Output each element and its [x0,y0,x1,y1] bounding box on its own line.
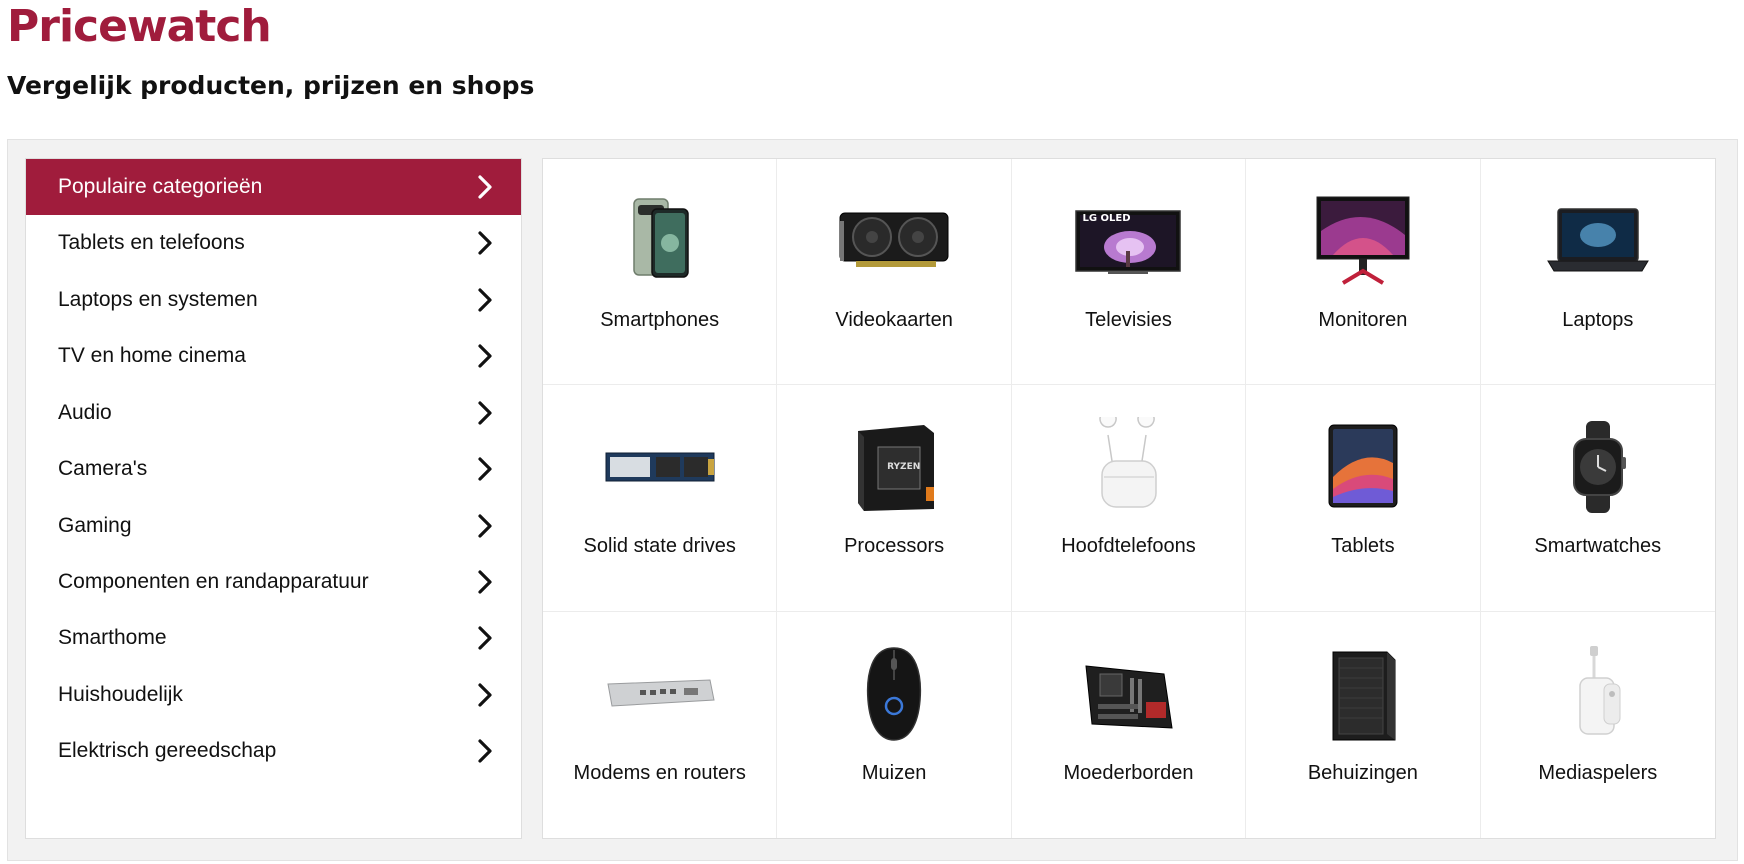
chevron-right-icon [473,399,497,427]
category-label: Muizen [861,761,927,784]
category-label: Hoofdtelefoons [1061,535,1196,558]
sidebar-item-audio[interactable]: Audio [26,385,521,441]
category-label: Monitoren [1318,309,1408,331]
monitor-icon [1303,191,1423,291]
category-tile-behuizingen[interactable]: Behuizingen [1246,611,1481,838]
category-grid: Smartphones Videokaarten LG OLED Televis… [542,158,1716,839]
television-icon: LG OLED [1068,191,1188,291]
sidebar-item-cameras[interactable]: Camera's [26,441,521,497]
chevron-right-icon [473,342,497,370]
category-tile-televisies[interactable]: LG OLED Televisies [1011,159,1247,386]
category-tile-monitoren[interactable]: Monitoren [1246,159,1481,386]
category-label: Laptops [1562,309,1634,331]
chevron-right-icon [473,737,497,765]
category-tile-laptops[interactable]: Laptops [1480,159,1715,386]
sidebar-item-label: Componenten en randapparatuur [58,570,369,593]
processor-brand-text: RYZEN [887,462,921,473]
chevron-right-icon [473,229,497,257]
category-tile-moederborden[interactable]: Moederborden [1012,611,1247,838]
sidebar-item-label: Camera's [58,457,148,480]
page-title: Pricewatch [7,1,272,52]
category-label: Smartwatches [1534,535,1662,558]
category-sidebar: Populaire categorieën Tablets en telefoo… [25,158,522,839]
sidebar-item-label: Populaire categorieën [58,175,263,198]
sidebar-item-label: Elektrisch gereedschap [58,739,277,762]
category-label: Behuizingen [1307,761,1418,784]
page-subtitle: Vergelijk producten, prijzen en shops [7,71,535,100]
category-tile-hoofdtelefoons[interactable]: Hoofdtelefoons [1011,385,1247,612]
sidebar-item-label: Gaming [58,514,132,537]
sidebar-item-label: TV en home cinema [58,344,246,367]
motherboard-icon [1068,644,1188,744]
category-label: Tablets [1331,535,1395,558]
category-label: Videokaarten [835,309,953,331]
tablet-icon [1303,417,1423,517]
category-tile-muizen[interactable]: Muizen [777,611,1012,838]
media-player-icon [1538,644,1658,744]
processor-box-icon: RYZEN [834,417,954,517]
sidebar-item-huishoudelijk[interactable]: Huishoudelijk [26,667,521,723]
sidebar-item-label: Laptops en systemen [58,288,258,311]
category-label: Mediaspelers [1538,761,1658,784]
chevron-right-icon [473,455,497,483]
sidebar-item-label: Huishoudelijk [58,683,183,706]
chevron-right-icon [473,173,497,201]
laptop-icon [1538,191,1658,291]
category-label: Televisies [1085,309,1172,331]
sidebar-item-tv-en-home-cinema[interactable]: TV en home cinema [26,328,521,384]
category-label: Processors [844,535,945,558]
sidebar-item-smarthome[interactable]: Smarthome [26,610,521,666]
tv-brand-text: LG OLED [1082,213,1131,224]
earbuds-icon [1068,417,1188,517]
smartphone-icon [600,191,720,291]
sidebar-item-label: Smarthome [58,626,167,649]
category-label: Moederborden [1063,761,1194,784]
sidebar-item-tablets-en-telefoons[interactable]: Tablets en telefoons [26,215,521,271]
sidebar-item-label: Audio [58,401,112,424]
category-tile-processors[interactable]: RYZEN Processors [777,385,1012,612]
category-tile-smartwatches[interactable]: Smartwatches [1480,385,1715,612]
sidebar-item-laptops-en-systemen[interactable]: Laptops en systemen [26,272,521,328]
category-label: Solid state drives [583,535,736,558]
sidebar-item-label: Tablets en telefoons [58,231,245,254]
category-tile-videokaarten[interactable]: Videokaarten [777,159,1012,386]
category-tile-tablets[interactable]: Tablets [1246,385,1481,612]
graphics-card-icon [834,191,954,291]
category-tile-solid-state-drives[interactable]: Solid state drives [543,385,778,612]
sidebar-item-componenten-en-randapparatuur[interactable]: Componenten en randapparatuur [26,554,521,610]
chevron-right-icon [473,624,497,652]
chevron-right-icon [473,286,497,314]
pc-case-icon [1303,644,1423,744]
sidebar-item-populaire-categorieen[interactable]: Populaire categorieën [26,159,521,215]
chevron-right-icon [473,568,497,596]
category-tile-mediaspelers[interactable]: Mediaspelers [1481,612,1715,838]
chevron-right-icon [473,681,497,709]
mouse-icon [834,644,954,744]
sidebar-item-gaming[interactable]: Gaming [26,498,521,554]
category-label: Smartphones [600,309,720,331]
sidebar-item-elektrisch-gereedschap[interactable]: Elektrisch gereedschap [26,723,521,779]
ssd-icon [600,417,720,517]
category-tile-smartphones[interactable]: Smartphones [543,159,778,386]
category-label: Modems en routers [573,761,746,784]
chevron-right-icon [473,512,497,540]
router-icon [600,644,720,744]
category-tile-modems-en-routers[interactable]: Modems en routers [543,611,778,838]
smartwatch-icon [1538,417,1658,517]
